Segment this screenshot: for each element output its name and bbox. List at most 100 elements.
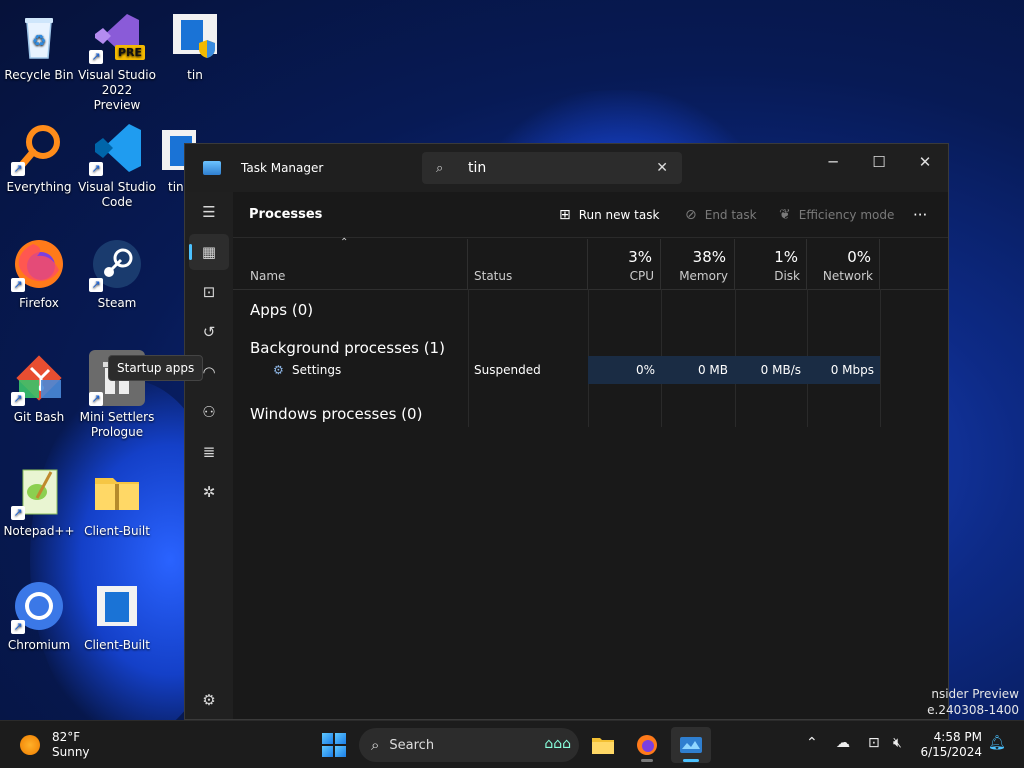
shortcut-arrow-icon: ↗ [11, 392, 25, 406]
run-new-task-icon: ⊞ [559, 206, 571, 223]
steam-icon: ↗ [89, 236, 145, 292]
taskbar-task-manager[interactable] [671, 727, 711, 763]
search-highlight-icon: ⌂⌂⌂ [544, 736, 571, 752]
nav-processes-icon[interactable]: ▦ [189, 234, 229, 270]
sort-ascending-icon: ⌃ [340, 237, 349, 248]
volume-muted-icon[interactable]: 🔇︎ [893, 735, 902, 751]
maximize-button[interactable]: ☐ [859, 148, 899, 176]
process-disk: 0 MB/s [760, 363, 801, 377]
shortcut-arrow-icon: ↗ [89, 50, 103, 64]
settings-gear-icon: ⚙ [273, 363, 284, 377]
run-new-task-button[interactable]: ⊞ Run new task [559, 207, 659, 223]
desktop-icon-git-bash[interactable]: ↗ Git Bash [0, 350, 78, 425]
column-header-network[interactable]: 0% Network [807, 239, 880, 289]
nav-details-icon[interactable]: ≣ [189, 434, 229, 470]
startup-apps-tooltip: Startup apps [108, 355, 204, 381]
window-title: Task Manager [241, 161, 324, 175]
process-table: ⌃ Name Status 3% CPU 38% Memory 1% Disk … [233, 237, 948, 719]
close-button[interactable]: ✕ [905, 148, 945, 176]
start-button[interactable] [322, 733, 346, 757]
shortcut-arrow-icon: ↗ [11, 506, 25, 520]
desktop-icon-client-built-zip[interactable]: Client-Built [78, 464, 156, 539]
task-manager-app-icon [203, 161, 221, 175]
process-name: Settings [292, 363, 342, 377]
sun-icon [20, 735, 40, 755]
hamburger-menu-icon[interactable]: ☰ [189, 194, 229, 230]
taskbar-search[interactable]: ⌕ Search ⌂⌂⌂ [359, 728, 579, 762]
clear-search-icon[interactable]: ✕ [656, 160, 668, 176]
taskbar: 82°F Sunny ⌕ Search ⌂⌂⌂ ⌃ ☁ ⊡ 🔇︎ 4:58 PM… [0, 720, 1024, 768]
page-title: Processes [249, 207, 323, 222]
search-input[interactable] [468, 160, 638, 176]
shortcut-arrow-icon: ↗ [89, 278, 103, 292]
nav-app-history-icon[interactable]: ↺ [189, 314, 229, 350]
taskbar-file-explorer[interactable] [583, 727, 623, 763]
onedrive-cloud-icon[interactable]: ☁ [836, 735, 850, 751]
notepad-plus-plus-icon: ↗ [11, 464, 67, 520]
insider-watermark: nsider Preview e.240308-1400 [927, 687, 1019, 717]
process-status: Suspended [474, 363, 541, 377]
desktop-icon-recycle-bin[interactable]: ♻ Recycle Bin [0, 8, 78, 83]
column-header-status[interactable]: Status [468, 239, 588, 289]
search-icon: ⌕ [436, 160, 444, 176]
desktop-icon-visual-studio-code[interactable]: ↗ Visual Studio Code [78, 120, 156, 210]
git-bash-icon: ↗ [11, 350, 67, 406]
group-apps[interactable]: Apps (0) [250, 301, 313, 319]
everything-search-icon: ↗ [11, 120, 67, 176]
minimize-button[interactable]: ─ [813, 148, 853, 176]
column-header-cpu[interactable]: 3% CPU [588, 239, 661, 289]
nav-rail: ☰ ▦ ⊡ ↺ ◠ ⚇ ≣ ✲ ⚙ [185, 192, 233, 719]
nav-performance-icon[interactable]: ⊡ [189, 274, 229, 310]
taskbar-firefox[interactable] [627, 727, 667, 763]
process-memory: 0 MB [697, 363, 728, 377]
leaf-icon: ❦ [779, 206, 791, 223]
group-windows-processes[interactable]: Windows processes (0) [250, 405, 422, 423]
clock[interactable]: 4:58 PM 6/15/2024 [914, 730, 982, 760]
title-bar[interactable]: Task Manager ⌕ ✕ ─ ☐ ✕ [185, 144, 948, 192]
column-header-name[interactable]: ⌃ Name [233, 237, 468, 289]
more-options-button[interactable]: ··· [913, 206, 927, 224]
efficiency-mode-button[interactable]: ❦ Efficiency mode [779, 207, 894, 223]
shortcut-arrow-icon: ↗ [11, 162, 25, 176]
toolbar: Processes ⊞ Run new task ⊘ End task ❦ Ef… [233, 192, 948, 238]
desktop-icon-tin[interactable]: tin [156, 8, 234, 83]
vscode-icon: ↗ [89, 120, 145, 176]
processes-page: Processes ⊞ Run new task ⊘ End task ❦ Ef… [233, 192, 948, 719]
search-icon: ⌕ [371, 736, 380, 754]
folder-icon [592, 738, 614, 754]
chevron-up-icon[interactable]: ⌃ [806, 735, 818, 751]
search-placeholder: Search [389, 737, 435, 753]
shortcut-arrow-icon: ↗ [11, 620, 25, 634]
visual-studio-icon: PRE ↗ [89, 8, 145, 64]
desktop-icon-visual-studio-2022-preview[interactable]: PRE ↗ Visual Studio 2022 Preview [78, 8, 156, 113]
shortcut-arrow-icon: ↗ [89, 392, 103, 406]
process-cpu: 0% [635, 363, 655, 377]
firefox-icon [637, 735, 657, 755]
end-task-button[interactable]: ⊘ End task [685, 207, 757, 223]
nav-users-icon[interactable]: ⚇ [189, 394, 229, 430]
desktop-icon-everything[interactable]: ↗ Everything [0, 120, 78, 195]
nav-settings-gear-icon[interactable]: ⚙ [189, 682, 229, 718]
column-header-disk[interactable]: 1% Disk [735, 239, 807, 289]
desktop-icon-notepad-plus-plus[interactable]: ↗ Notepad++ [0, 464, 78, 539]
nav-services-icon[interactable]: ✲ [189, 474, 229, 510]
notification-bell-icon[interactable]: 🔔︎ [988, 735, 1006, 751]
shortcut-arrow-icon: ↗ [11, 278, 25, 292]
desktop-icon-chromium[interactable]: ↗ Chromium [0, 578, 78, 653]
svg-text:♻: ♻ [32, 31, 46, 50]
preview-badge: PRE [114, 45, 145, 60]
column-divider [880, 289, 881, 427]
column-header-memory[interactable]: 38% Memory [661, 239, 735, 289]
search-box[interactable]: ⌕ ✕ [422, 152, 682, 184]
weather-widget[interactable]: 82°F Sunny [20, 730, 90, 760]
shortcut-arrow-icon: ↗ [89, 162, 103, 176]
desktop-icon-steam[interactable]: ↗ Steam [78, 236, 156, 311]
desktop-icon-client-built[interactable]: Client-Built [78, 578, 156, 653]
group-background-processes[interactable]: Background processes (1) [250, 339, 445, 357]
firefox-icon: ↗ [11, 236, 67, 292]
network-icon[interactable]: ⊡ [868, 735, 880, 751]
desktop-icon-firefox[interactable]: ↗ Firefox [0, 236, 78, 311]
windows-logo-icon [322, 733, 333, 744]
table-row[interactable]: ⚙ Settings Suspended 0% 0 MB 0 MB/s 0 Mb… [233, 356, 880, 384]
task-manager-icon [680, 737, 702, 753]
